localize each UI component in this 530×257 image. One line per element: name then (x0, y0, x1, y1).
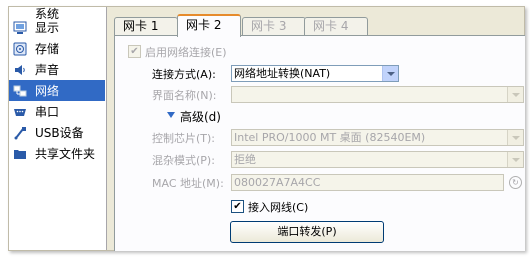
network-icon (13, 85, 27, 96)
cable-connected-label: 接入网线(C) (248, 201, 309, 214)
tab-adapter-1[interactable]: 网卡 1 (114, 17, 178, 35)
audio-icon (15, 64, 25, 75)
sidebar-item-label: 声音 (35, 63, 60, 77)
settings-window: 系统 显示 存储 声音 网络 串口 USB设备 共享文件夹 网卡 1 网卡 2 … (8, 6, 525, 251)
sidebar-item-shared-folders[interactable]: 共享文件夹 (9, 143, 105, 164)
sidebar-item-serial-port[interactable]: 串口 (9, 101, 105, 122)
chevron-down-icon[interactable] (382, 66, 398, 81)
sidebar-item-storage[interactable]: 存储 (9, 38, 105, 59)
enable-adapter-label: 启用网络连接(E) (145, 46, 227, 59)
sidebar-item-label: USB设备 (35, 126, 84, 140)
attached-to-value: 网络地址转换(NAT) (234, 67, 331, 80)
sidebar-item-label: 串口 (35, 105, 60, 119)
attached-to-select[interactable]: 网络地址转换(NAT) (231, 65, 399, 82)
display-icon (13, 21, 27, 34)
adapter-type-value: Intel PRO/1000 MT 桌面 (82540EM) (234, 131, 426, 144)
sidebar-item-label: 存储 (35, 42, 60, 56)
chevron-down-icon[interactable] (507, 130, 523, 145)
chevron-down-icon[interactable] (507, 152, 523, 167)
advanced-toggle[interactable]: 高级(d) (180, 108, 221, 125)
sidebar-item-label: 显示 (35, 21, 60, 35)
refresh-mac-icon[interactable]: ↻ (509, 176, 522, 189)
sidebar-item-network[interactable]: 网络 (9, 80, 105, 101)
chevron-down-icon[interactable] (507, 87, 523, 102)
tab-adapter-2[interactable]: 网卡 2 (177, 14, 241, 37)
cable-connected-checkbox[interactable]: ✔ (231, 200, 244, 213)
sidebar-item-label: 网络 (35, 84, 60, 98)
adapter-name-select[interactable] (231, 86, 524, 103)
adapter-panel: ✔ 启用网络连接(E) 连接方式(A): 网络地址转换(NAT) 界面名称(N)… (114, 35, 525, 251)
mac-address-label: MAC 地址(M): (152, 177, 224, 190)
storage-icon (13, 42, 27, 55)
adapter-name-label: 界面名称(N): (152, 89, 217, 102)
adapter-type-select[interactable]: Intel PRO/1000 MT 桌面 (82540EM) (231, 129, 524, 146)
settings-sidebar: 系统 显示 存储 声音 网络 串口 USB设备 共享文件夹 (9, 7, 107, 250)
adapter-type-label: 控制芯片(T): (152, 132, 216, 145)
sidebar-item-audio[interactable]: 声音 (9, 59, 105, 80)
attached-to-label: 连接方式(A): (152, 68, 216, 81)
sidebar-item-label: 共享文件夹 (35, 147, 96, 161)
expand-triangle-icon[interactable] (167, 112, 175, 118)
serial-port-icon (14, 108, 26, 116)
promiscuous-mode-label: 混杂模式(P): (152, 154, 215, 167)
enable-adapter-checkbox[interactable]: ✔ (128, 45, 141, 58)
port-forwarding-button[interactable]: 端口转发(P) (230, 221, 384, 243)
promiscuous-mode-select[interactable]: 拒绝 (231, 151, 524, 168)
tab-adapter-3[interactable]: 网卡 3 (242, 17, 306, 35)
usb-icon (14, 126, 26, 139)
mac-address-field[interactable]: 080027A7A4CC (231, 174, 504, 191)
tab-adapter-4[interactable]: 网卡 4 (304, 17, 368, 35)
promiscuous-mode-value: 拒绝 (234, 153, 256, 166)
mac-address-value: 080027A7A4CC (234, 176, 321, 189)
sidebar-item-usb[interactable]: USB设备 (9, 122, 105, 143)
shared-folder-icon (14, 149, 26, 159)
sidebar-item-display[interactable]: 显示 (9, 17, 105, 38)
